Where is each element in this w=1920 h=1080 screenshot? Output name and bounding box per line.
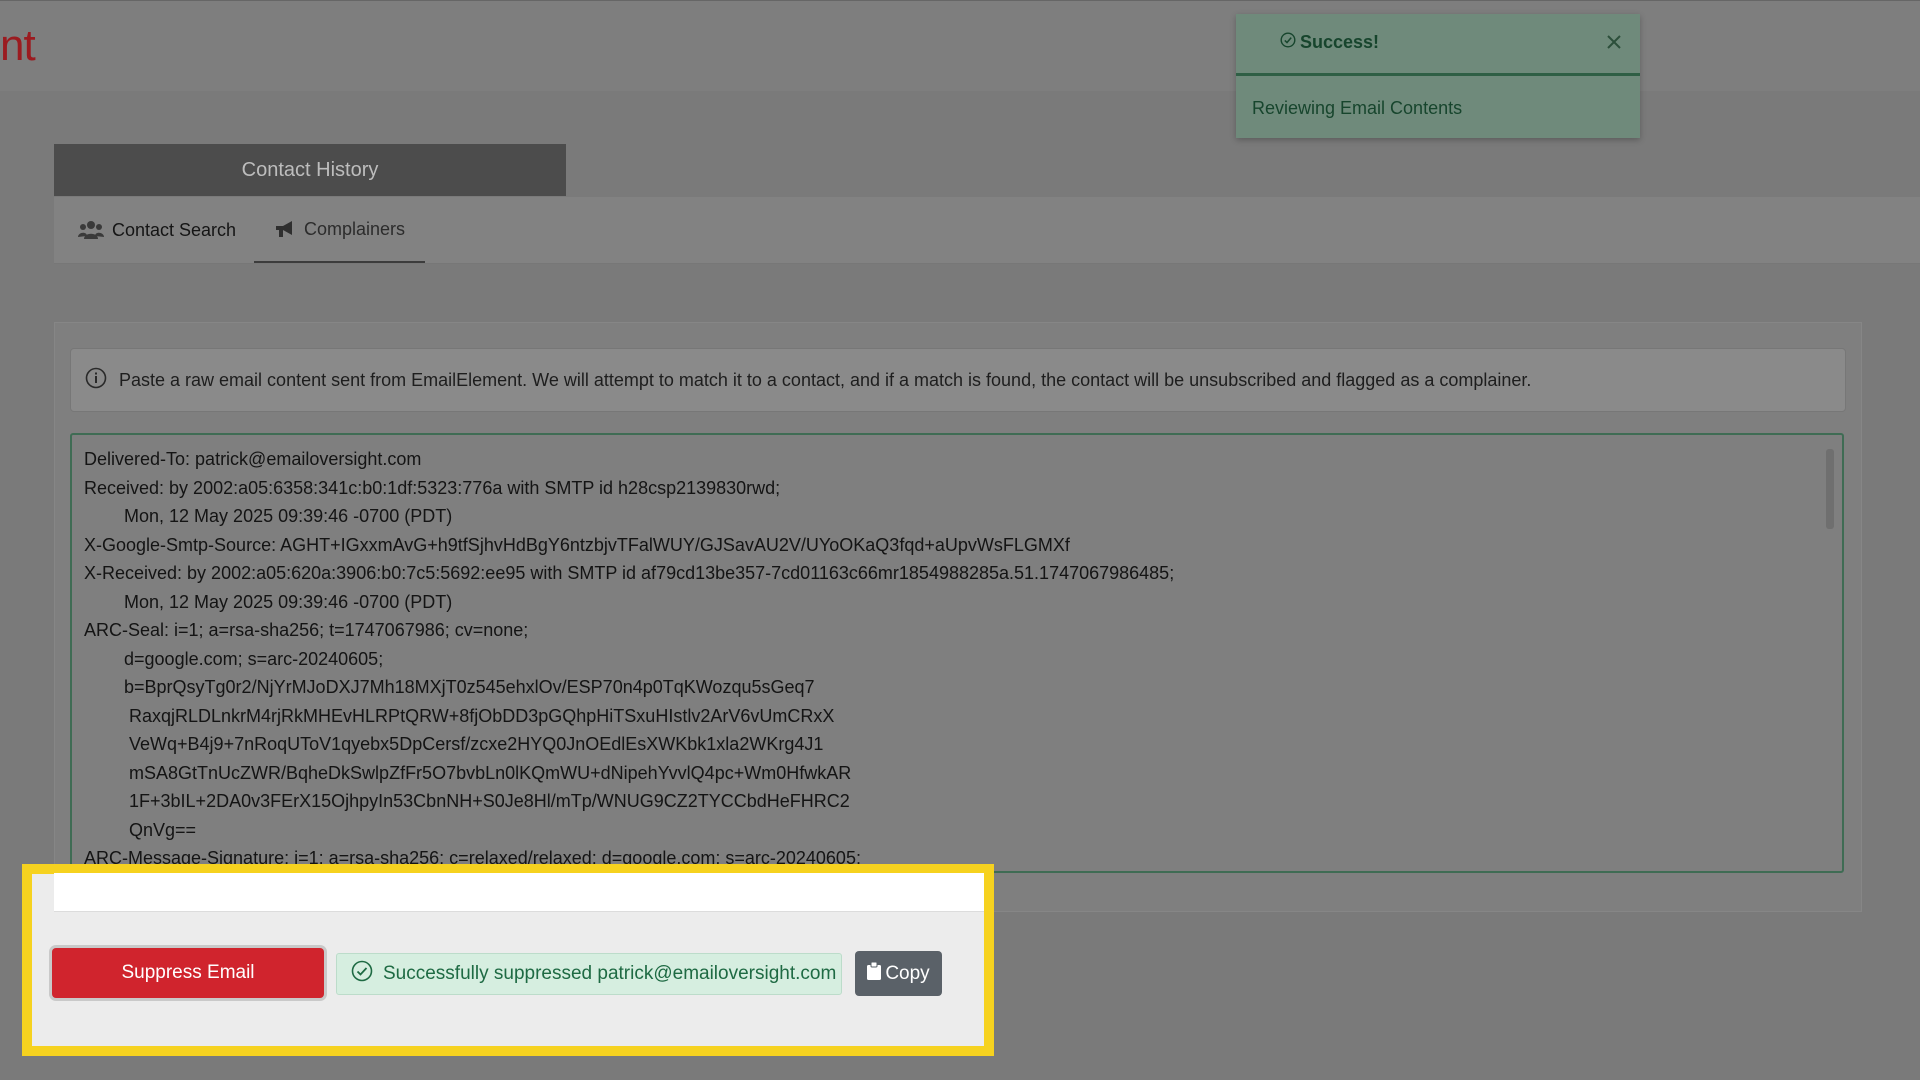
toast-title: Success! — [1280, 32, 1379, 53]
raw-email-content: Delivered-To: patrick@emailoversight.com… — [84, 449, 1175, 868]
brand-logo-fragment: nt — [0, 21, 36, 70]
suppress-email-button[interactable]: Suppress Email — [52, 948, 324, 998]
tab-contact-search-label: Contact Search — [112, 219, 237, 240]
success-toast: Success! Reviewing Email Contents — [1236, 14, 1640, 138]
info-icon — [85, 367, 107, 394]
toast-message: Reviewing Email Contents — [1252, 98, 1463, 118]
success-message: Successfully suppressed patrick@emailove… — [336, 953, 842, 995]
textarea-scrollbar[interactable] — [1826, 449, 1834, 529]
contact-history-header: Contact History — [54, 144, 566, 196]
clipboard-icon — [867, 961, 882, 986]
check-circle-icon — [1280, 32, 1296, 53]
copy-label: Copy — [885, 962, 930, 984]
toast-header: Success! — [1236, 14, 1640, 76]
tab-contact-search[interactable]: Contact Search — [78, 197, 236, 263]
info-alert-text: Paste a raw email content sent from Emai… — [119, 369, 1532, 390]
check-circle-icon — [351, 960, 373, 988]
megaphone-icon — [274, 219, 296, 239]
raw-email-textarea[interactable]: Delivered-To: patrick@emailoversight.com… — [70, 433, 1844, 873]
users-icon — [78, 220, 104, 240]
blank-field — [54, 873, 984, 912]
close-icon[interactable] — [1602, 30, 1626, 54]
tab-strip: Contact Search Complainers — [54, 197, 1920, 264]
toast-title-text: Success! — [1300, 32, 1380, 52]
success-message-text: Successfully suppressed patrick@emailove… — [383, 963, 837, 984]
tab-complainers[interactable]: Complainers — [254, 197, 426, 263]
tab-complainers-label: Complainers — [304, 218, 406, 239]
page: nt Contact History Contact Search Compla… — [0, 0, 1920, 1080]
copy-button[interactable]: Copy — [855, 951, 942, 996]
info-alert: Paste a raw email content sent from Emai… — [70, 348, 1846, 412]
